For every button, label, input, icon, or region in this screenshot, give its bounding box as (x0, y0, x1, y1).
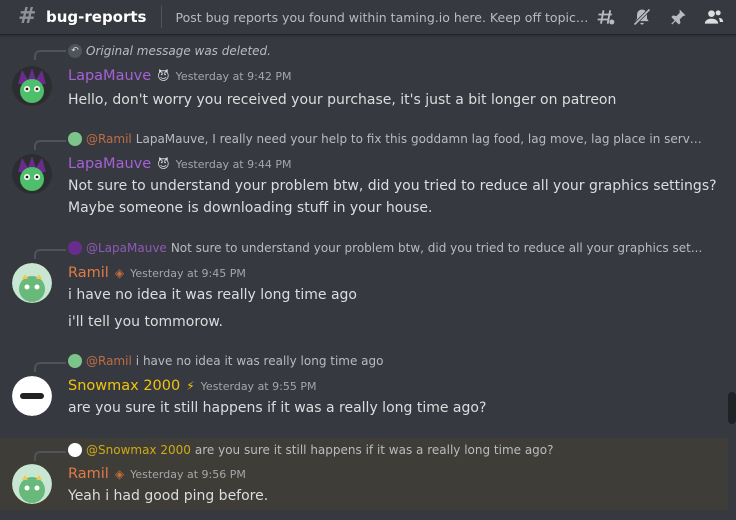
reply-author[interactable]: @Snowmax 2000 (86, 443, 191, 457)
reply-avatar (68, 132, 82, 146)
timestamp[interactable]: Yesterday at 9:44 PM (176, 158, 292, 171)
message-text: are you sure it still happens if it was … (68, 400, 487, 416)
reply-arrow-icon: ↶ (68, 44, 82, 58)
mute-notifications-icon[interactable] (632, 7, 652, 27)
reply-avatar (68, 354, 82, 368)
threads-icon[interactable] (596, 7, 616, 27)
message-text: Hello, don't worry you received your pur… (68, 92, 617, 108)
role-badge-icon: ◈ (114, 467, 125, 481)
author-name[interactable]: LapaMauve (68, 68, 151, 84)
reply-connector (34, 50, 66, 60)
members-icon[interactable] (704, 7, 724, 27)
reply-text: are you sure it still happens if it was … (194, 443, 554, 457)
reply-text: i have no idea it was really long time a… (135, 354, 384, 368)
role-badge-icon: ◈ (114, 266, 125, 280)
role-badge-icon: 😈 (157, 69, 170, 83)
reply-author[interactable]: @Ramil (86, 354, 132, 368)
message-header: LapaMauve 😈 Yesterday at 9:42 PM (68, 68, 291, 84)
timestamp[interactable]: Yesterday at 9:56 PM (130, 468, 246, 481)
reply-preview[interactable]: ↶ Original message was deleted. (68, 44, 271, 58)
author-name[interactable]: LapaMauve (68, 156, 151, 172)
avatar[interactable] (12, 66, 52, 106)
reply-preview[interactable]: @LapaMauve Not sure to understand your p… (68, 241, 702, 255)
reply-avatar (68, 241, 82, 255)
message-text: Yeah i had good ping before. (68, 488, 269, 504)
reply-preview[interactable]: @Ramil i have no idea it was really long… (68, 354, 384, 368)
message-header: Ramil ◈ Yesterday at 9:45 PM (68, 265, 246, 281)
reply-connector (34, 362, 66, 372)
hashtag-icon: # (18, 4, 37, 29)
channel-topic[interactable]: Post bug reports you found within taming… (176, 10, 591, 25)
avatar[interactable] (12, 154, 52, 194)
reply-avatar (68, 443, 82, 457)
pin-icon[interactable] (668, 7, 688, 27)
deleted-message-notice: Original message was deleted. (86, 44, 271, 58)
reply-preview[interactable]: @Snowmax 2000 are you sure it still happ… (68, 443, 554, 457)
author-name[interactable]: Snowmax 2000 (68, 378, 180, 394)
message-header: Snowmax 2000 ⚡ Yesterday at 9:55 PM (68, 378, 316, 394)
reply-connector (34, 140, 66, 150)
header-toolbar (596, 7, 724, 27)
message-text: Maybe someone is downloading stuff in yo… (68, 200, 433, 216)
scrollbar-thumb[interactable] (728, 392, 736, 424)
message-text: i'll tell you tommorow. (68, 314, 223, 330)
message[interactable]: @Ramil i have no idea it was really long… (0, 354, 728, 424)
message-list[interactable]: ↶ Original message was deleted. LapaMauv… (0, 36, 728, 520)
reply-text: LapaMauve, I really need your help to fi… (135, 132, 708, 146)
message[interactable]: @Ramil LapaMauve, I really need your hel… (0, 132, 728, 228)
message[interactable]: @LapaMauve Not sure to understand your p… (0, 241, 728, 341)
role-badge-icon: 😈 (157, 157, 170, 171)
message[interactable]: @Snowmax 2000 are you sure it still happ… (0, 438, 728, 510)
message-header: LapaMauve 😈 Yesterday at 9:44 PM (68, 156, 291, 172)
reply-connector (34, 249, 66, 259)
avatar[interactable] (12, 464, 52, 504)
avatar[interactable] (12, 263, 52, 303)
message-header: Ramil ◈ Yesterday at 9:56 PM (68, 466, 246, 482)
channel-header: # bug-reports Post bug reports you found… (0, 0, 736, 35)
message-text: i have no idea it was really long time a… (68, 287, 357, 303)
author-name[interactable]: Ramil (68, 466, 109, 482)
reply-author[interactable]: @LapaMauve (86, 241, 167, 255)
timestamp[interactable]: Yesterday at 9:42 PM (176, 70, 292, 83)
reply-author[interactable]: @Ramil (86, 132, 132, 146)
message[interactable]: ↶ Original message was deleted. LapaMauv… (0, 40, 728, 120)
reply-preview[interactable]: @Ramil LapaMauve, I really need your hel… (68, 132, 708, 146)
header-divider (160, 6, 162, 28)
author-name[interactable]: Ramil (68, 265, 109, 281)
timestamp[interactable]: Yesterday at 9:45 PM (130, 267, 246, 280)
timestamp[interactable]: Yesterday at 9:55 PM (201, 380, 317, 393)
reply-connector (34, 451, 66, 461)
reply-text: Not sure to understand your problem btw,… (170, 241, 703, 255)
avatar[interactable] (12, 376, 52, 416)
message-text: Not sure to understand your problem btw,… (68, 178, 717, 194)
role-badge-icon: ⚡ (186, 379, 195, 393)
channel-name: bug-reports (46, 8, 147, 26)
